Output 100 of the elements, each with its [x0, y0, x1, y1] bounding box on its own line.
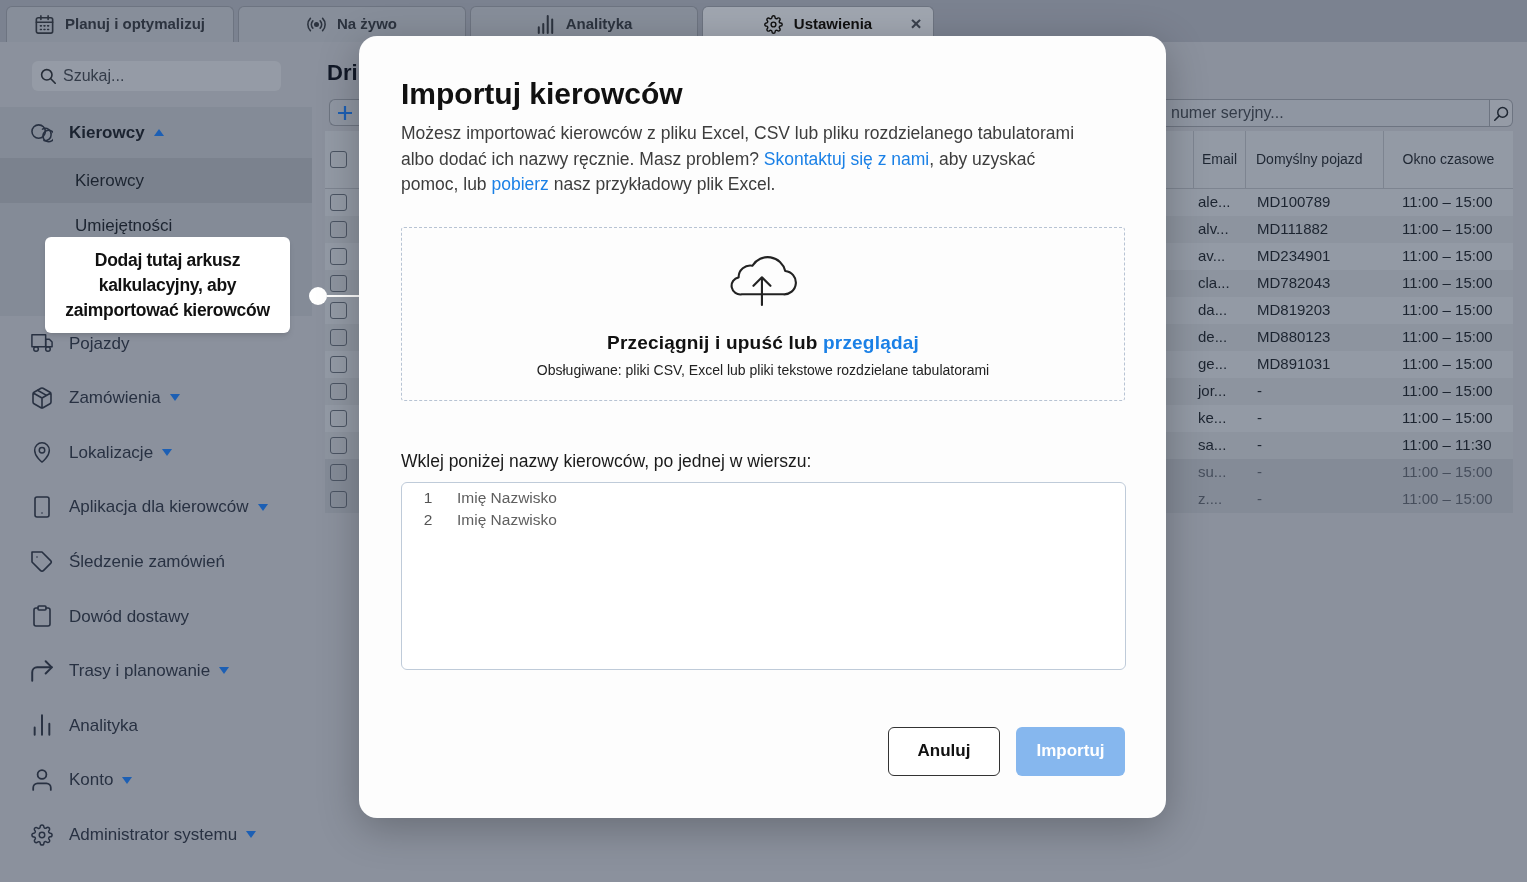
plus-icon	[337, 105, 352, 120]
tab[interactable]: Planuj i optymalizuj	[6, 6, 234, 42]
table-cell-text: jor...	[1198, 381, 1228, 402]
user-icon	[31, 769, 53, 792]
sidebar-item[interactable]: Kierowcy	[0, 107, 312, 158]
checkbox[interactable]	[330, 383, 347, 400]
table-cell-text: sa...	[1198, 435, 1228, 456]
tag-icon	[31, 550, 53, 573]
search-field[interactable]: numer seryjny...	[1166, 99, 1490, 127]
page-title: Dri	[326, 59, 359, 87]
callout-tooltip: Dodaj tutaj arkusz kalkulacyjny, aby zaimportować kierowców	[45, 237, 290, 333]
phone-icon	[31, 496, 53, 519]
sidebar-item[interactable]: Śledzenie zamówień	[0, 534, 312, 589]
column-header[interactable]: Email	[1193, 131, 1245, 188]
sidebar-item[interactable]: Konto	[0, 752, 312, 808]
table-cell-text: -	[1257, 381, 1263, 402]
table-cell-text: 11:00 – 15:00	[1402, 327, 1493, 348]
search-field[interactable]: Szukaj...	[32, 61, 281, 91]
table-cell-text: 11:00 – 15:00	[1402, 354, 1493, 375]
table-cell-text: -	[1257, 462, 1263, 483]
table-cell-text: da...	[1198, 300, 1229, 321]
checkbox[interactable]	[330, 221, 347, 238]
inline-link[interactable]: pobierz	[491, 174, 549, 194]
calendar-icon	[35, 15, 54, 34]
table-cell-text: MD782043	[1257, 273, 1332, 294]
table-cell-text: MD819203	[1257, 300, 1332, 321]
table-cell-text: av...	[1198, 246, 1227, 267]
table-cell-text: ge...	[1198, 354, 1229, 375]
table-cell-text: ale...	[1198, 192, 1232, 213]
table-cell-text: 11:00 – 15:00	[1402, 381, 1493, 402]
paste-label: Wklej poniżej nazwy kierowców, po jednej w wierszu:	[401, 449, 813, 472]
column-header[interactable]: Domyślny pojazd	[1245, 131, 1383, 188]
checkbox[interactable]	[330, 194, 347, 211]
drop-instruction-text: Przeciągnij i upuść lub przeglądaj	[607, 330, 919, 355]
table-cell-text: 11:00 – 15:00	[1402, 192, 1493, 213]
placeholder-text: Imię Nazwisko	[457, 509, 557, 530]
table-cell-text: -	[1257, 489, 1263, 510]
cube-icon	[31, 386, 53, 409]
bar-chart-icon	[535, 15, 555, 34]
table-cell-text: 11:00 – 15:00	[1402, 246, 1493, 267]
sidebar-item[interactable]: Analityka	[0, 698, 312, 753]
supported-formats-text: Obsługiwane: pliki CSV, Excel lub pliki tekstowe rozdzielane tabulatorami	[536, 360, 990, 379]
table-cell-text: MD111882	[1257, 219, 1330, 240]
table-cell-text: su...	[1198, 462, 1228, 483]
table-cell-text: MD234901	[1257, 246, 1332, 267]
settings-icon	[763, 15, 783, 34]
tab[interactable]: Na żywo	[238, 6, 466, 42]
table-cell-text: -	[1257, 408, 1263, 429]
search-button[interactable]	[1490, 99, 1513, 127]
checkbox[interactable]	[330, 356, 347, 373]
line-number: 1	[422, 487, 434, 508]
cancel-button[interactable]: Anuluj	[888, 726, 1000, 776]
search-icon	[1493, 105, 1509, 121]
checkbox[interactable]	[330, 302, 347, 319]
table-cell-text: 11:00 – 15:00	[1402, 273, 1493, 294]
table-cell-text: ke...	[1198, 408, 1228, 429]
table-cell-text: de...	[1198, 327, 1229, 348]
sidebar-item[interactable]: Trasy i planowanie	[0, 643, 312, 699]
add-button[interactable]	[329, 99, 359, 126]
map-pin-icon	[31, 441, 53, 464]
file-drop-zone[interactable]: Przeciągnij i upuść lub przeglądaj Obsługiwane: pliki CSV, Excel lub pliki tekstowe rozdzielane tabulatorami	[401, 226, 1125, 401]
close-button[interactable]: ×	[907, 13, 925, 35]
search-icon	[40, 68, 56, 84]
sidebar-item[interactable]: Lokalizacje	[0, 425, 312, 480]
placeholder-text: Imię Nazwisko	[457, 487, 557, 508]
table-cell-text: 11:00 – 15:00	[1402, 489, 1493, 510]
column-header[interactable]: Okno czasowe	[1383, 131, 1513, 188]
description-text: Możesz importować kierowców z pliku Excel, CSV lub pliku rozdzielanego tabulatorami albo dodać ich nazwy ręcznie. Masz problem? Skontaktuj się z nami, aby uzyskać pomoc, lub pobierz nasz przykładowy plik Excel.	[401, 122, 1076, 196]
inline-link[interactable]: Skontaktuj się z nami	[763, 148, 930, 169]
table-cell-text: cla...	[1198, 273, 1231, 294]
bar-chart-icon	[31, 714, 53, 737]
truck-icon	[31, 332, 53, 355]
table-cell-text: alv...	[1198, 219, 1230, 240]
table-cell-text: MD880123	[1257, 327, 1332, 348]
line-number: 2	[422, 509, 434, 530]
sidebar-item[interactable]: Administrator systemu	[0, 807, 312, 862]
table-cell-text: 11:00 – 11:30	[1402, 435, 1492, 456]
table-cell-text: 11:00 – 15:00	[1402, 462, 1493, 483]
checkbox[interactable]	[330, 248, 347, 265]
checkbox[interactable]	[330, 437, 347, 454]
table-cell-text: -	[1257, 435, 1263, 456]
checkbox[interactable]	[330, 329, 347, 346]
table-cell-text: 11:00 – 15:00	[1402, 300, 1493, 321]
checkbox[interactable]	[330, 275, 347, 292]
table-cell-text: MD100789	[1257, 192, 1332, 213]
settings-icon	[31, 823, 53, 846]
checkbox[interactable]	[330, 410, 347, 427]
clipboard-icon	[31, 605, 53, 628]
names-input-field[interactable]: 1 Imię Nazwisko 2 Imię Nazwisko	[401, 481, 1126, 670]
sidebar-subitem[interactable]: Kierowcy	[0, 158, 312, 203]
sidebar-item[interactable]: Zamówienia	[0, 370, 312, 426]
checkbox[interactable]	[330, 151, 347, 168]
table-cell-text: z....	[1198, 489, 1224, 510]
sidebar-item[interactable]: Dowód dostawy	[0, 588, 312, 644]
table-cell-text: 11:00 – 15:00	[1402, 408, 1493, 429]
dialog-title: Importuj kierowców	[401, 76, 684, 112]
turn-right-arrow-icon	[31, 659, 53, 682]
browse-link[interactable]: przeglądaj	[823, 331, 919, 353]
broadcast-icon	[307, 15, 326, 34]
sidebar-item[interactable]: Aplikacja dla kierowców	[0, 479, 312, 535]
